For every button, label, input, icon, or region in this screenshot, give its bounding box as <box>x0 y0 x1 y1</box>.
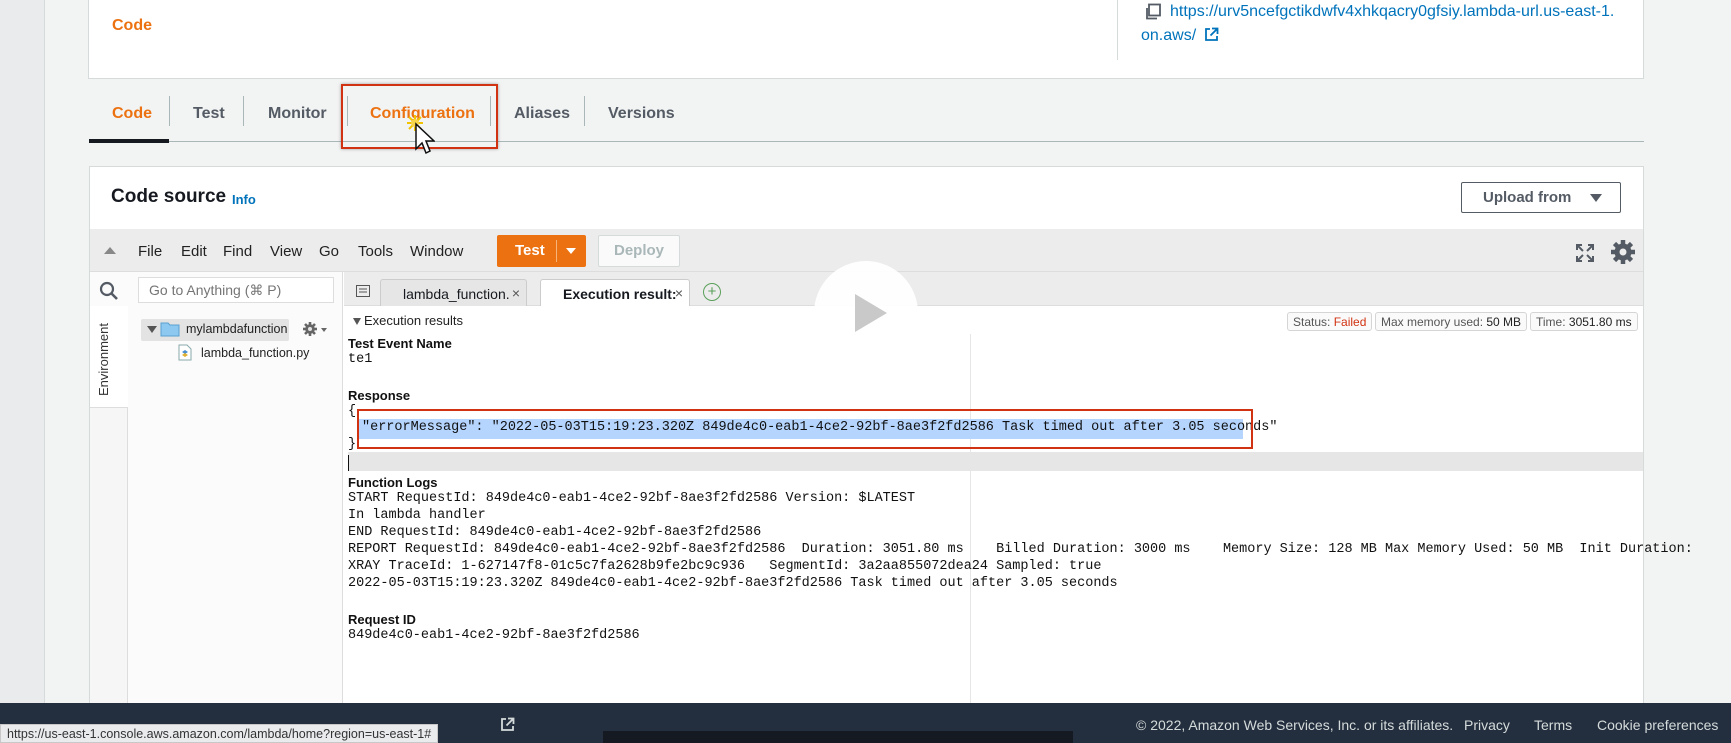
active-line-highlight <box>348 452 1643 471</box>
caret-down-icon <box>1590 194 1602 202</box>
editor-tab-label: Execution result: <box>563 286 677 302</box>
close-icon[interactable]: × <box>512 285 520 301</box>
split-divider <box>556 240 557 262</box>
menu-file[interactable]: File <box>138 243 162 260</box>
time-badge: Time: 3051.80 ms <box>1530 312 1638 331</box>
menu-tools[interactable]: Tools <box>358 243 393 260</box>
log-line: START RequestId: 849de4c0-eab1-4ce2-92bf… <box>348 491 916 506</box>
folder-menu-caret-icon[interactable] <box>321 328 327 332</box>
tab-aliases[interactable]: Aliases <box>514 102 570 126</box>
environment-label[interactable]: Environment <box>96 323 111 396</box>
mouse-pointer-icon <box>407 115 435 155</box>
error-message-highlight-box <box>357 409 1253 449</box>
go-to-anything-input[interactable] <box>138 277 334 303</box>
footer-terms-link[interactable]: Terms <box>1534 717 1572 733</box>
menu-go[interactable]: Go <box>319 243 339 260</box>
menu-view[interactable]: View <box>270 243 302 260</box>
test-dropdown-icon[interactable] <box>566 248 576 254</box>
editor-tab-label: lambda_function. <box>403 286 510 302</box>
log-line: END RequestId: 849de4c0-eab1-4ce2-92bf-8… <box>348 525 762 540</box>
test-button[interactable]: Test <box>497 235 586 267</box>
time-value: 3051.80 ms <box>1568 315 1632 329</box>
file-label[interactable]: lambda_function.py <box>201 346 309 360</box>
response-brace-open: { <box>348 404 357 419</box>
tab-divider <box>584 96 585 126</box>
status-label: Status: <box>1293 315 1331 329</box>
info-link[interactable]: Info <box>232 192 256 207</box>
editor-tab-lambda-function[interactable]: lambda_function. × <box>380 279 527 306</box>
memory-badge: Max memory used: 50 MB <box>1375 312 1528 331</box>
request-id-label: Request ID <box>348 612 416 627</box>
editor-print-margin <box>970 334 971 743</box>
tab-monitor[interactable]: Monitor <box>268 102 327 126</box>
external-link-icon[interactable] <box>500 717 515 732</box>
test-event-name-label: Test Event Name <box>348 336 452 351</box>
time-label: Time: <box>1536 315 1566 329</box>
response-brace-close: } <box>348 437 357 452</box>
status-badge: Status: Failed <box>1287 312 1373 331</box>
tab-test[interactable]: Test <box>193 102 225 126</box>
upload-from-button[interactable]: Upload from <box>1461 182 1621 213</box>
test-event-name-value: te1 <box>348 352 373 367</box>
tab-divider <box>169 96 170 126</box>
upload-from-label: Upload from <box>1483 189 1572 206</box>
overview-divider <box>1117 0 1118 60</box>
function-url-line-1[interactable]: https://urv5ncefgctikdwfv4xhkqacry0gfsiy… <box>1141 0 1621 24</box>
editor-tab-execution-result[interactable]: Execution result: × <box>540 279 690 306</box>
memory-label: Max memory used: <box>1381 315 1484 329</box>
log-line: In lambda handler <box>348 508 486 523</box>
active-tab-underline <box>89 139 169 143</box>
preferences-gear-icon[interactable] <box>1609 238 1637 266</box>
external-link-icon[interactable] <box>1204 27 1219 42</box>
log-line: XRAY TraceId: 1-627147f8-01c5c7fa2628b9f… <box>348 559 1102 574</box>
menu-edit[interactable]: Edit <box>181 243 207 260</box>
folder-icon <box>160 322 180 337</box>
folder-gear-icon[interactable] <box>302 321 318 337</box>
memory-value: 50 MB <box>1486 315 1522 329</box>
close-icon[interactable]: × <box>675 285 683 301</box>
request-id-value: 849de4c0-eab1-4ce2-92bf-8ae3f2fd2586 <box>348 628 640 643</box>
footer-cookie-link[interactable]: Cookie preferences <box>1597 717 1718 733</box>
folder-label[interactable]: mylambdafunction <box>186 322 287 336</box>
footer-privacy-link[interactable]: Privacy <box>1464 717 1510 733</box>
menu-find[interactable]: Find <box>223 243 252 260</box>
video-play-icon[interactable] <box>813 260 919 366</box>
python-file-icon <box>178 344 192 361</box>
fullscreen-icon[interactable] <box>1574 242 1596 264</box>
log-line: 2022-05-03T15:19:23.320Z 849de4c0-eab1-4… <box>348 576 1118 591</box>
code-source-title: Code source <box>111 186 227 207</box>
tab-list-icon[interactable] <box>356 285 370 297</box>
browser-status-url: https://us-east-1.console.aws.amazon.com… <box>0 724 439 743</box>
text-cursor <box>348 455 349 471</box>
function-logs-label: Function Logs <box>348 475 438 490</box>
collapse-results-icon[interactable] <box>353 318 361 325</box>
menu-window[interactable]: Window <box>410 243 463 260</box>
function-url-line-2[interactable]: on.aws/ <box>1141 27 1196 44</box>
search-icon <box>99 281 118 300</box>
editor-tab-bar <box>344 272 1643 306</box>
deploy-button[interactable]: Deploy <box>598 235 680 267</box>
response-label: Response <box>348 388 411 403</box>
folder-expand-icon[interactable] <box>147 326 157 333</box>
collapse-icon[interactable] <box>104 247 116 254</box>
copyright-text: © 2022, Amazon Web Services, Inc. or its… <box>1136 717 1454 733</box>
function-url-link[interactable]: https://urv5ncefgctikdwfv4xhkqacry0gfsiy… <box>1141 0 1621 48</box>
left-page-rail <box>0 0 45 743</box>
tab-divider <box>243 96 244 126</box>
video-caption-strip <box>603 731 1073 743</box>
test-button-label: Test <box>515 242 545 259</box>
add-tab-icon[interactable]: + <box>703 283 721 301</box>
tab-code[interactable]: Code <box>112 14 152 38</box>
tab-versions[interactable]: Versions <box>608 102 675 126</box>
tab-code-label[interactable]: Code <box>112 102 152 126</box>
right-page-rail <box>1686 0 1731 743</box>
execution-results-header[interactable]: Execution results <box>364 313 463 328</box>
status-value: Failed <box>1333 315 1367 329</box>
log-line: REPORT RequestId: 849de4c0-eab1-4ce2-92b… <box>348 542 1693 557</box>
